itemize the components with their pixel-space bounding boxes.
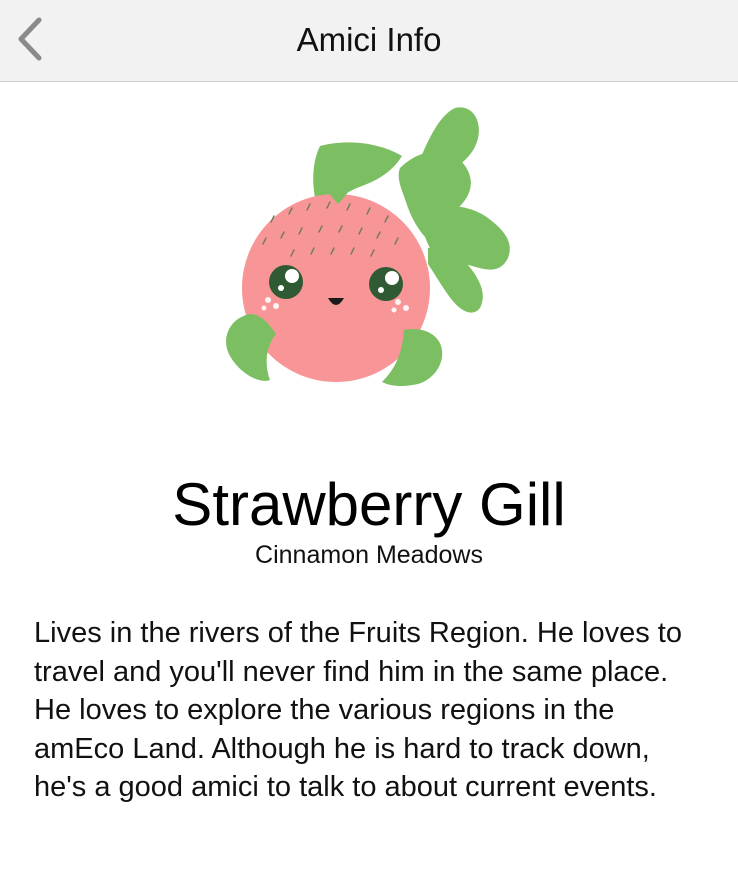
strawberry-gill-illustration [226,107,510,386]
amici-location: Cinnamon Meadows [255,541,483,569]
navigation-bar: Amici Info [0,0,738,82]
amici-name: Strawberry Gill [172,471,566,538]
amici-description: Lives in the rivers of the Fruits Region… [34,617,682,803]
page-title: Amici Info [296,21,442,58]
right-eye [369,267,403,301]
left-eye [269,265,303,299]
